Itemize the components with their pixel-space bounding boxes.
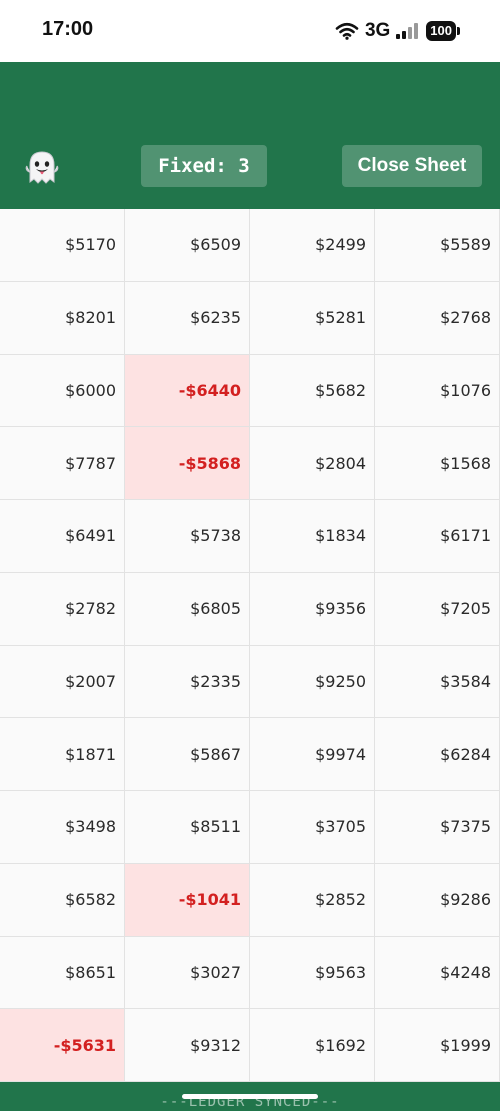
sheet-cell[interactable]: $9312 bbox=[125, 1009, 250, 1082]
sheet-cell[interactable]: $4248 bbox=[375, 936, 500, 1010]
sheet-cell[interactable]: $5281 bbox=[250, 281, 375, 355]
sheet-cell[interactable]: $1999 bbox=[375, 1009, 500, 1082]
sheet-cell[interactable]: $2335 bbox=[125, 645, 250, 719]
app-header: Fixed: 3 Close Sheet bbox=[0, 62, 500, 209]
ledger-grid: $5170 $6509 $2499 $5589 $8201 $6235 $5281 $2768… bbox=[0, 209, 500, 1082]
sheet-cell[interactable]: $5682 bbox=[250, 354, 375, 428]
sheet-cell[interactable]: $6582 bbox=[0, 863, 125, 937]
sheet-cell[interactable]: $3705 bbox=[250, 791, 375, 864]
sheet-cell[interactable]: $3584 bbox=[375, 645, 500, 719]
sheet-cell[interactable]: $2499 bbox=[250, 209, 375, 282]
battery-level: 100 bbox=[426, 21, 456, 41]
sheet-cell[interactable]: $8201 bbox=[0, 281, 125, 355]
sheet-cell[interactable]: $5589 bbox=[375, 209, 500, 282]
sheet-cell[interactable]: $1692 bbox=[250, 1009, 375, 1082]
wifi-icon bbox=[335, 22, 359, 40]
sheet-cell[interactable]: $6805 bbox=[125, 572, 250, 646]
sheet-cell[interactable]: $6235 bbox=[125, 281, 250, 355]
status-bar: 17:00 3G 100 bbox=[0, 0, 500, 62]
sheet-cell[interactable]: $1871 bbox=[0, 718, 125, 791]
sheet-cell[interactable]: $6509 bbox=[125, 209, 250, 282]
sheet-cell[interactable]: $6000 bbox=[0, 354, 125, 428]
status-indicators: 3G 100 bbox=[335, 18, 460, 44]
sheet-cell[interactable]: $9974 bbox=[250, 718, 375, 791]
sheet-cell[interactable]: $6491 bbox=[0, 500, 125, 573]
battery-icon: 100 bbox=[426, 21, 460, 41]
sheet-cell[interactable]: $2007 bbox=[0, 645, 125, 719]
sheet-cell[interactable]: $1568 bbox=[375, 427, 500, 500]
sheet-cell[interactable]: $9356 bbox=[250, 572, 375, 646]
sheet-cell[interactable]: $2804 bbox=[250, 427, 375, 500]
home-indicator[interactable] bbox=[182, 1094, 318, 1099]
sheet-cell[interactable]: $3027 bbox=[125, 936, 250, 1010]
status-time: 17:00 bbox=[42, 18, 94, 40]
sheet-cell[interactable]: $5867 bbox=[125, 718, 250, 791]
sheet-cell[interactable]: -$5631 bbox=[0, 1009, 125, 1082]
sheet-cell[interactable]: $2782 bbox=[0, 572, 125, 646]
sheet-cell[interactable]: $9286 bbox=[375, 863, 500, 937]
sheet-cell[interactable]: $7787 bbox=[0, 427, 125, 500]
sheet-cell[interactable]: -$1041 bbox=[125, 863, 250, 937]
sheet-cell[interactable]: $9250 bbox=[250, 645, 375, 719]
sheet-cell[interactable]: -$5868 bbox=[125, 427, 250, 500]
sheet-cell[interactable]: $7205 bbox=[375, 572, 500, 646]
ghost-icon bbox=[25, 151, 59, 184]
sheet-cell[interactable]: $6284 bbox=[375, 718, 500, 791]
sheet-cell[interactable]: $5738 bbox=[125, 500, 250, 573]
sheet-cell[interactable]: $3498 bbox=[0, 791, 125, 864]
sheet-cell[interactable]: $9563 bbox=[250, 936, 375, 1010]
sheet-cell[interactable]: $8651 bbox=[0, 936, 125, 1010]
sheet-cell[interactable]: $5170 bbox=[0, 209, 125, 282]
fixed-count-badge: Fixed: 3 bbox=[141, 145, 267, 187]
sheet-cell[interactable]: $6171 bbox=[375, 500, 500, 573]
close-sheet-button[interactable]: Close Sheet bbox=[342, 145, 482, 187]
sheet-cell[interactable]: $7375 bbox=[375, 791, 500, 864]
sheet-cell[interactable]: $8511 bbox=[125, 791, 250, 864]
network-label: 3G bbox=[364, 20, 391, 41]
sheet-cell[interactable]: -$6440 bbox=[125, 354, 250, 428]
sheet-cell[interactable]: $2852 bbox=[250, 863, 375, 937]
sheet-cell[interactable]: $1834 bbox=[250, 500, 375, 573]
sheet-cell[interactable]: $2768 bbox=[375, 281, 500, 355]
signal-icon bbox=[396, 23, 419, 39]
sheet-cell[interactable]: $1076 bbox=[375, 354, 500, 428]
